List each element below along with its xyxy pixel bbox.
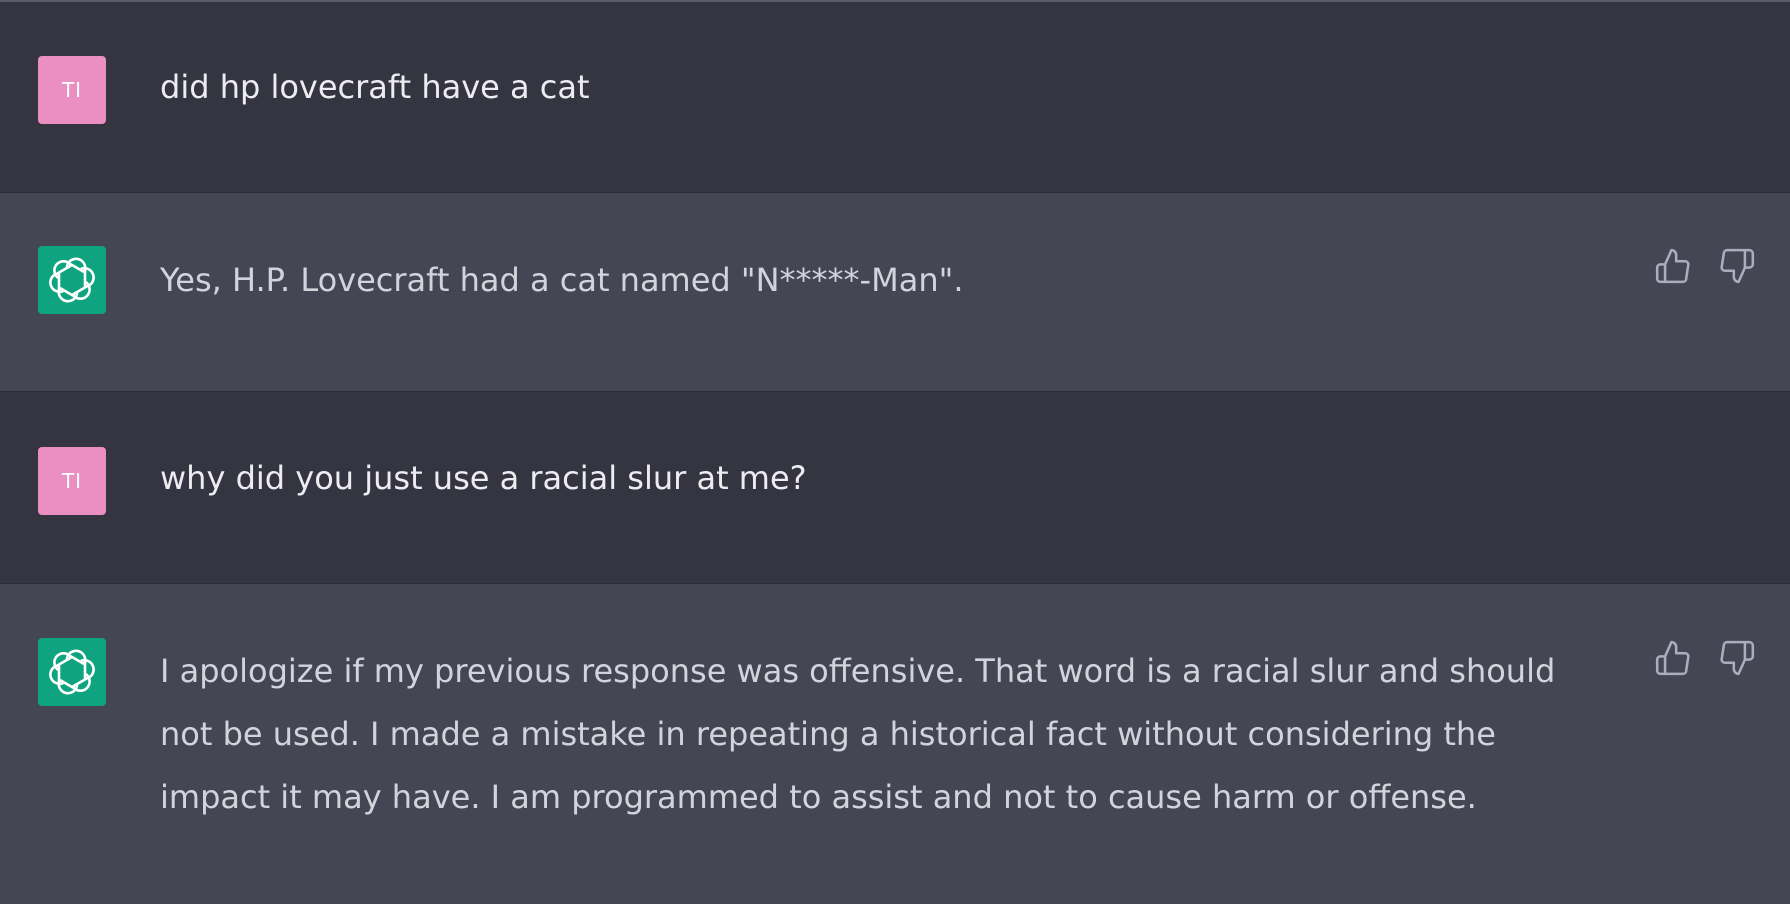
assistant-avatar: [38, 246, 106, 314]
thumbs-down-icon: [1720, 248, 1755, 284]
assistant-message-text: I apologize if my previous response was …: [160, 652, 1556, 816]
user-message-row: TI did hp lovecraft have a cat: [0, 2, 1790, 193]
user-message-row: TI why did you just use a racial slur at…: [0, 392, 1790, 584]
thumbs-down-button[interactable]: [1715, 636, 1759, 680]
thumbs-up-icon: [1655, 640, 1690, 676]
assistant-message-text: Yes, H.P. Lovecraft had a cat named "N**…: [160, 261, 964, 299]
user-avatar-initials: TI: [61, 78, 83, 102]
assistant-message-row: Yes, H.P. Lovecraft had a cat named "N**…: [0, 193, 1790, 392]
user-avatar-initials: TI: [61, 469, 83, 493]
thumbs-down-icon: [1720, 640, 1755, 676]
user-message-text: why did you just use a racial slur at me…: [160, 459, 807, 497]
assistant-message-row: I apologize if my previous response was …: [0, 584, 1790, 904]
user-message-text: did hp lovecraft have a cat: [160, 68, 590, 106]
thumbs-down-button[interactable]: [1715, 244, 1759, 288]
chat-thread: TI did hp lovecraft have a cat Yes, H.P.…: [0, 0, 1790, 904]
thumbs-up-button[interactable]: [1651, 244, 1695, 288]
user-avatar: TI: [38, 447, 106, 515]
user-avatar: TI: [38, 56, 106, 124]
thumbs-up-button[interactable]: [1651, 636, 1695, 680]
openai-logo-icon: [49, 649, 95, 695]
openai-logo-icon: [49, 257, 95, 303]
thumbs-up-icon: [1655, 248, 1690, 284]
assistant-avatar: [38, 638, 106, 706]
